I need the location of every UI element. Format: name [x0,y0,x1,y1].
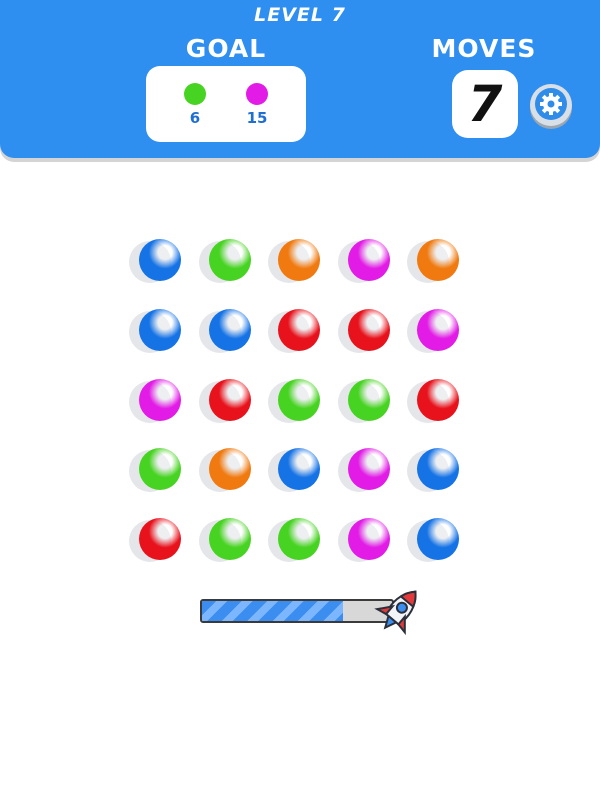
ball-red[interactable] [417,378,459,421]
ball-green[interactable] [208,518,251,561]
grid-cell [129,448,187,494]
grid-cell [337,239,396,285]
ball-orange[interactable] [208,448,251,491]
grid-cell [337,448,396,494]
ball-orange[interactable] [278,239,320,281]
ball-red[interactable] [208,378,251,421]
grid-cell [268,308,326,355]
ball-red[interactable] [347,308,390,351]
ball-blue[interactable] [208,308,251,351]
grid-cell [198,378,257,425]
ball-green[interactable] [347,378,390,421]
ball-magenta[interactable] [139,378,181,421]
level-progress-fill [202,601,343,621]
grid-cell [407,518,465,564]
ball-magenta[interactable] [417,308,459,351]
grid-cell [268,448,326,494]
ball-red[interactable] [139,518,181,561]
grid-cell [268,239,326,285]
ball-red[interactable] [278,308,320,351]
grid-cell [337,378,396,425]
grid-cell [129,308,187,355]
grid-cell [407,378,465,425]
grid-cell [407,308,465,355]
ball-blue[interactable] [139,308,181,351]
ball-blue[interactable] [278,448,320,491]
ball-green[interactable] [139,448,181,491]
ball-magenta[interactable] [347,518,390,561]
grid-cell [337,518,396,564]
grid-cell [198,308,257,355]
grid-cell [198,239,257,285]
grid-cell [129,518,187,564]
grid-cell [129,378,187,425]
level-progress-bar [200,599,394,623]
grid-cell [198,518,257,564]
grid-cell [129,239,187,285]
ball-magenta[interactable] [347,448,390,491]
rocket-icon [374,590,417,636]
grid-cell [268,518,326,564]
ball-magenta[interactable] [347,239,390,281]
grid-cell [407,239,465,285]
grid-cell [198,448,257,494]
ball-green[interactable] [278,518,320,561]
ball-blue[interactable] [139,239,181,281]
grid-cell [337,308,396,355]
ball-orange[interactable] [417,239,459,281]
ball-grid [0,0,600,800]
grid-cell [407,448,465,494]
ball-blue[interactable] [417,518,459,561]
ball-blue[interactable] [417,448,459,491]
grid-cell [268,378,326,425]
ball-green[interactable] [208,239,251,281]
ball-green[interactable] [278,378,320,421]
